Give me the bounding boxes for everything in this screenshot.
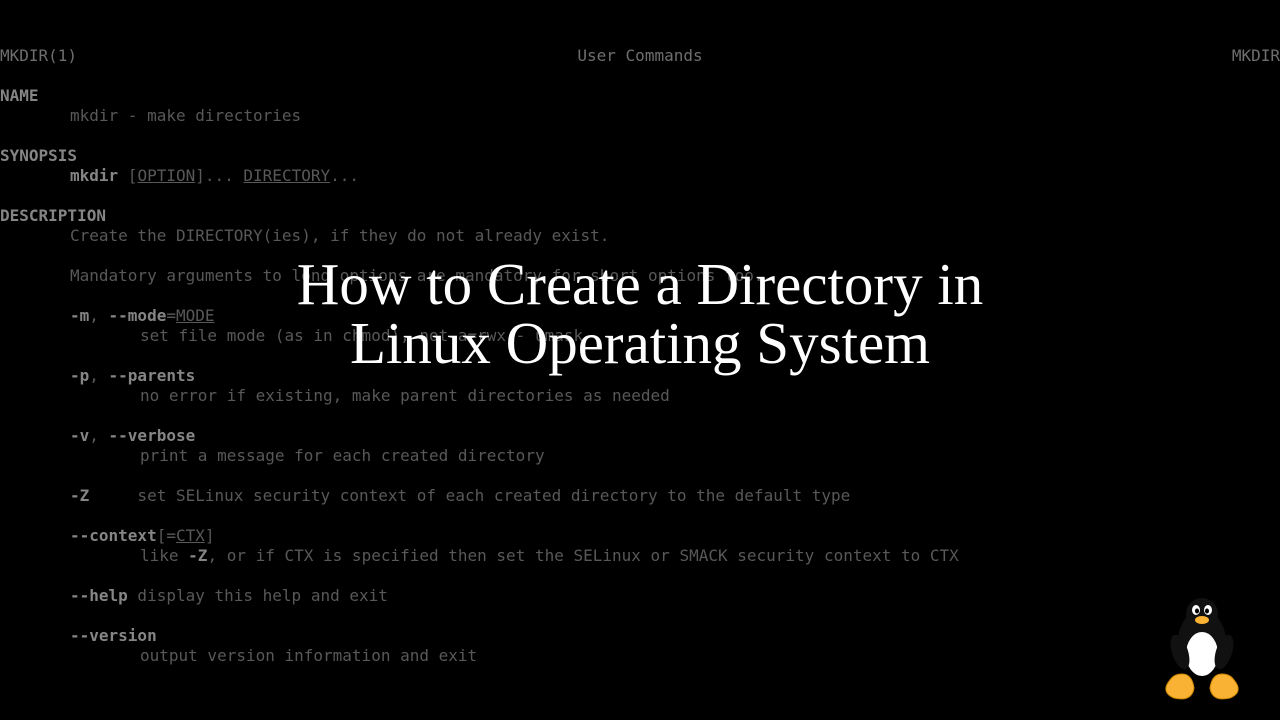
option-context-desc: like -Z, or if CTX is specified then set… <box>140 546 1280 566</box>
option-z: -Z set SELinux security context of each … <box>70 486 1280 506</box>
name-text: mkdir - make directories <box>70 106 1280 126</box>
option-context: --context[=CTX] <box>70 526 1280 546</box>
header-right: MKDIR <box>1232 46 1280 66</box>
description-line1: Create the DIRECTORY(ies), if they do no… <box>70 226 1280 246</box>
option-help: --help display this help and exit <box>70 586 1280 606</box>
option-verbose: -v, --verbose <box>70 426 1280 446</box>
option-parents-desc: no error if existing, make parent direct… <box>140 386 1280 406</box>
synopsis-directory: DIRECTORY <box>243 166 330 185</box>
tux-penguin-icon <box>1152 592 1252 702</box>
synopsis-option: OPTION <box>137 166 195 185</box>
description-heading: DESCRIPTION <box>0 206 1280 226</box>
synopsis-text: mkdir [OPTION]... DIRECTORY... <box>70 166 1280 186</box>
title-line1: How to Create a Directory in <box>0 255 1280 314</box>
option-version: --version <box>70 626 1280 646</box>
option-verbose-desc: print a message for each created directo… <box>140 446 1280 466</box>
title-overlay: How to Create a Directory in Linux Opera… <box>0 255 1280 373</box>
name-heading: NAME <box>0 86 1280 106</box>
synopsis-heading: SYNOPSIS <box>0 146 1280 166</box>
title-line2: Linux Operating System <box>0 314 1280 373</box>
synopsis-cmd: mkdir <box>70 166 118 185</box>
header-center: User Commands <box>577 46 702 66</box>
option-version-desc: output version information and exit <box>140 646 1280 666</box>
header-left: MKDIR(1) <box>0 46 77 66</box>
man-header: MKDIR(1) User Commands MKDIR <box>0 46 1280 66</box>
